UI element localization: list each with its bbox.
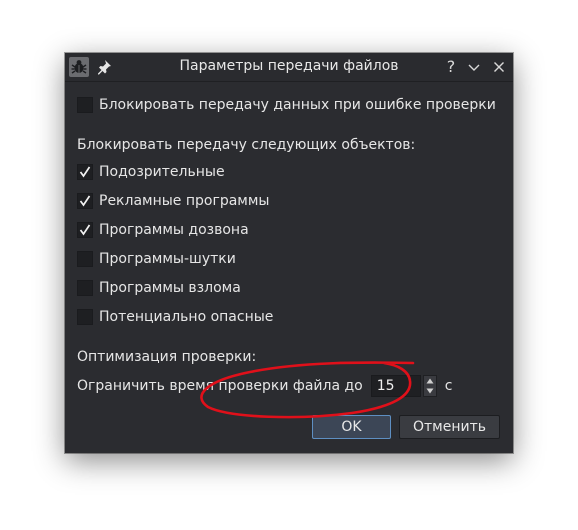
help-icon: ? <box>446 57 456 76</box>
object-checkbox-adware[interactable] <box>77 193 93 209</box>
ok-button[interactable]: OK <box>312 415 391 439</box>
scan-time-limit-input[interactable]: 15 <box>370 375 421 397</box>
object-option-hacktools[interactable]: Программы взлома <box>77 278 241 298</box>
scan-time-limit-row: Ограничить время проверки файла до 15 с <box>77 373 452 399</box>
object-option-jokes[interactable]: Программы-шутки <box>77 249 236 269</box>
stepper-down-icon[interactable] <box>424 386 436 396</box>
object-label: Рекламные программы <box>99 193 270 209</box>
object-option-suspicious[interactable]: Подозрительные <box>77 162 225 182</box>
object-option-riskware[interactable]: Потенциально опасные <box>77 307 273 327</box>
object-label: Программы дозвона <box>99 222 249 238</box>
object-label: Программы-шутки <box>99 251 236 267</box>
close-button[interactable] <box>489 57 509 77</box>
block-on-error-option[interactable]: Блокировать передачу данных при ошибке п… <box>77 95 496 115</box>
object-checkbox-suspicious[interactable] <box>77 164 93 180</box>
scan-time-unit: с <box>444 378 453 394</box>
block-on-error-label: Блокировать передачу данных при ошибке п… <box>99 97 496 113</box>
optimization-heading: Оптимизация проверки: <box>77 349 257 365</box>
block-objects-heading: Блокировать передачу следующих объектов: <box>77 137 416 153</box>
scan-time-limit-label: Ограничить время проверки файла до <box>77 378 363 394</box>
object-label: Подозрительные <box>99 164 225 180</box>
object-checkbox-jokes[interactable] <box>77 251 93 267</box>
title-bar[interactable]: Параметры передачи файлов ? <box>65 53 513 82</box>
help-button[interactable]: ? <box>441 57 461 77</box>
block-on-error-checkbox[interactable] <box>77 97 93 113</box>
object-label: Программы взлома <box>99 280 241 296</box>
close-icon <box>494 62 504 72</box>
object-checkbox-hacktools[interactable] <box>77 280 93 296</box>
stepper-up-icon[interactable] <box>424 376 436 386</box>
scan-time-stepper[interactable] <box>422 375 437 397</box>
screen: Параметры передачи файлов ? Блокировать … <box>0 0 578 530</box>
cancel-button[interactable]: Отменить <box>399 415 500 439</box>
chevron-down-icon <box>468 64 480 71</box>
file-transfer-settings-dialog: Параметры передачи файлов ? Блокировать … <box>65 53 513 453</box>
minimize-button[interactable] <box>464 57 484 77</box>
checkmark-icon <box>79 195 91 207</box>
checkmark-icon <box>79 166 91 178</box>
checkmark-icon <box>79 224 91 236</box>
object-checkbox-dialers[interactable] <box>77 222 93 238</box>
object-checkbox-riskware[interactable] <box>77 309 93 325</box>
object-label: Потенциально опасные <box>99 309 274 325</box>
object-option-dialers[interactable]: Программы дозвона <box>77 220 249 240</box>
object-option-adware[interactable]: Рекламные программы <box>77 191 269 211</box>
